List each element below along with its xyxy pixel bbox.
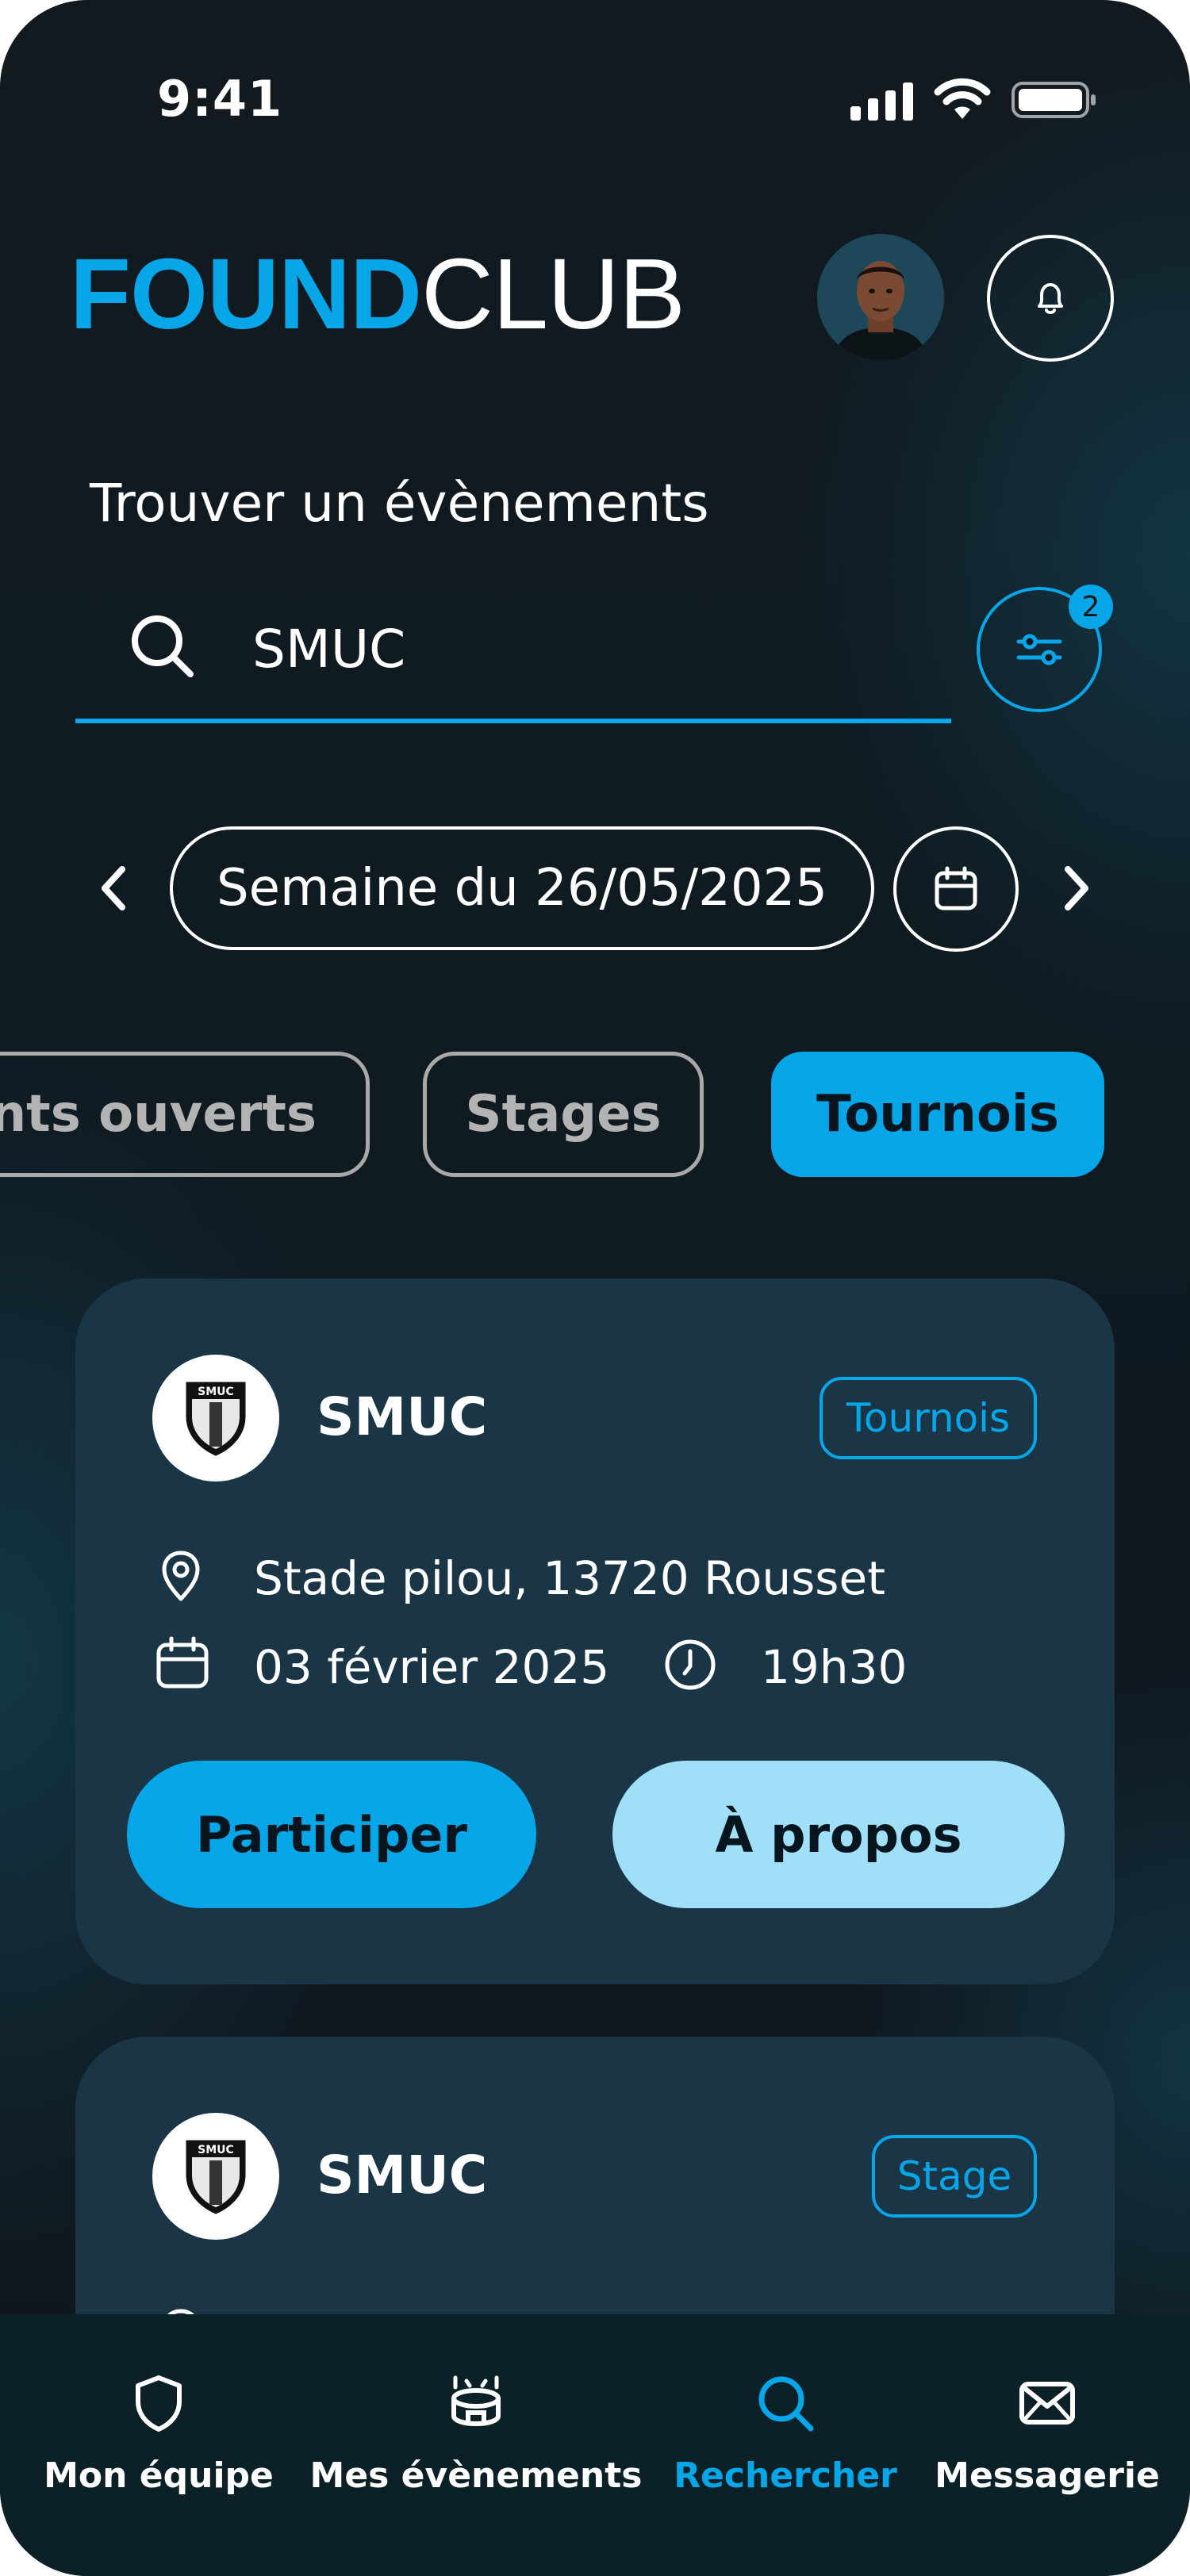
calendar-icon [156, 1636, 209, 1689]
chip-tournois[interactable]: Tournois [771, 1052, 1104, 1177]
notifications-button[interactable] [987, 235, 1114, 362]
participate-button[interactable]: Participer [127, 1761, 536, 1908]
user-avatar-icon [817, 234, 944, 361]
about-button[interactable]: À propos [612, 1761, 1065, 1908]
tab-mes-evenements[interactable]: Mes évènements [310, 2371, 642, 2496]
status-time: 9:41 [157, 70, 283, 128]
search-icon [132, 615, 194, 677]
avatar[interactable] [817, 234, 944, 361]
previous-week-button[interactable] [90, 857, 138, 920]
cellular-signal-icon [850, 81, 913, 121]
location-pin-icon [162, 1551, 200, 1601]
tab-messagerie[interactable]: Messagerie [928, 2371, 1166, 2496]
app-logo: FOUNDCLUB [70, 244, 685, 344]
search-icon [758, 2376, 814, 2432]
crest-text: SMUC [198, 1386, 234, 1398]
event-location: Stade pilou, 13720 Rousset [254, 1551, 885, 1605]
club-name: SMUC [317, 2145, 488, 2206]
tab-label: Messagerie [935, 2455, 1160, 2496]
event-date: 03 février 2025 [254, 1640, 610, 1694]
app-screen: 9:41 FOUNDCLUB Trouver un évènements SMU… [0, 0, 1190, 2576]
chevron-right-icon [1065, 866, 1088, 910]
chip-label: Tournois [816, 1085, 1059, 1144]
battery-icon [1012, 82, 1096, 118]
shield-icon [136, 2375, 182, 2432]
club-logo: SMUC [152, 1355, 279, 1482]
tab-rechercher[interactable]: Rechercher [666, 2371, 904, 2496]
crest-text: SMUC [198, 2144, 234, 2156]
logo-light-part: CLUB [420, 238, 685, 350]
next-week-button[interactable] [1052, 857, 1100, 920]
chip-stages[interactable]: Stages [423, 1052, 704, 1177]
wifi-icon [934, 78, 991, 119]
club-crest-icon: SMUC [186, 1382, 246, 1456]
page-title: Trouver un évènements [90, 473, 709, 534]
search-input[interactable] [75, 596, 951, 723]
mail-icon [1019, 2382, 1075, 2425]
event-type-tag: Stage [872, 2135, 1037, 2218]
stadium-icon [451, 2375, 501, 2427]
tab-label: Mon équipe [44, 2455, 274, 2496]
week-selector[interactable]: Semaine du 26/05/2025 [170, 826, 874, 950]
filter-count-badge: 2 [1069, 585, 1113, 629]
sliders-icon [1016, 634, 1062, 665]
club-name: SMUC [317, 1386, 488, 1447]
logo-bold-part: FOUND [70, 238, 422, 350]
search-value[interactable]: SMUC [252, 619, 405, 680]
event-card[interactable]: SMUC SMUC Tournois Stade pilou, 13720 Ro… [75, 1278, 1115, 1984]
event-time: 19h30 [761, 1640, 908, 1694]
tab-mon-equipe[interactable]: Mon équipe [32, 2371, 286, 2496]
calendar-icon [935, 866, 977, 910]
chevron-left-icon [102, 866, 125, 910]
chip-open-trainings[interactable]: ents ouverts [0, 1052, 370, 1177]
event-type-tag: Tournois [820, 1377, 1037, 1459]
tab-label: Mes évènements [309, 2455, 643, 2496]
chip-label: ents ouverts [0, 1085, 317, 1144]
clock-icon [665, 1639, 716, 1690]
calendar-button[interactable] [893, 826, 1019, 952]
chip-label: Stages [465, 1085, 662, 1144]
tab-label: Rechercher [674, 2455, 897, 2496]
bell-icon [1038, 283, 1063, 314]
club-crest-icon: SMUC [186, 2140, 246, 2214]
club-logo: SMUC [152, 2113, 279, 2240]
